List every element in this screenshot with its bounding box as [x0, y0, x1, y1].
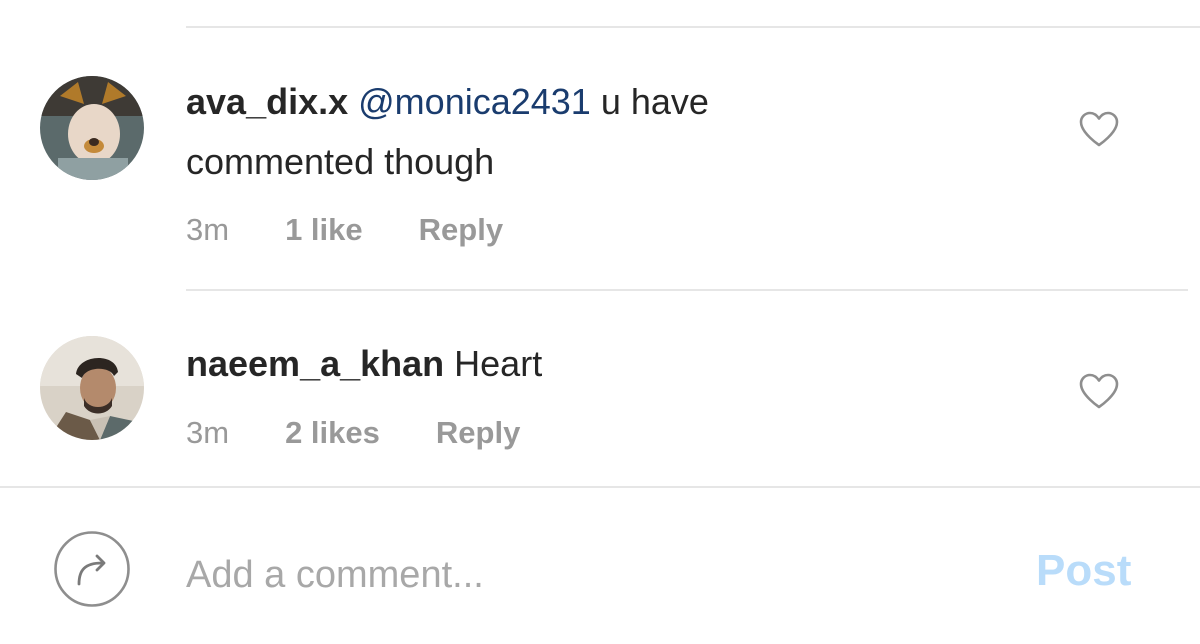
comment-meta: 3m 2 likes Reply	[186, 415, 520, 451]
share-arrow-icon[interactable]	[53, 530, 131, 608]
comment-likes[interactable]: 1 like	[285, 212, 363, 248]
divider-top	[186, 26, 1200, 28]
comment-text-line2: commented though	[186, 141, 495, 182]
divider-bottom	[0, 486, 1200, 488]
avatar[interactable]	[40, 336, 144, 440]
comment-time: 3m	[186, 212, 230, 247]
reply-button[interactable]: Reply	[436, 415, 520, 451]
post-button[interactable]: Post	[1036, 546, 1131, 596]
comment-username[interactable]: ava_dix.x	[186, 81, 348, 122]
comment-meta: 3m 1 like Reply	[186, 212, 503, 248]
avatar-image	[40, 76, 144, 180]
avatar[interactable]	[40, 76, 144, 180]
comments-panel: ava_dix.x @monica2431 u have commented t…	[0, 0, 1200, 644]
comment-text-line1: u have	[590, 81, 709, 122]
comment-text-body: Heart	[444, 343, 543, 384]
divider-middle	[186, 289, 1188, 291]
reply-button[interactable]: Reply	[419, 212, 503, 248]
heart-icon[interactable]	[1078, 110, 1120, 148]
comment-username[interactable]: naeem_a_khan	[186, 343, 444, 384]
add-comment-input[interactable]	[186, 545, 986, 605]
comment-mention[interactable]: @monica2431	[358, 81, 591, 122]
comment-likes[interactable]: 2 likes	[285, 415, 380, 451]
comment-text: naeem_a_khan Heart	[186, 334, 1026, 394]
comment-time: 3m	[186, 415, 230, 450]
avatar-image	[40, 336, 144, 440]
heart-icon[interactable]	[1078, 372, 1120, 410]
comment-text: ava_dix.x @monica2431 u have commented t…	[186, 72, 1026, 192]
